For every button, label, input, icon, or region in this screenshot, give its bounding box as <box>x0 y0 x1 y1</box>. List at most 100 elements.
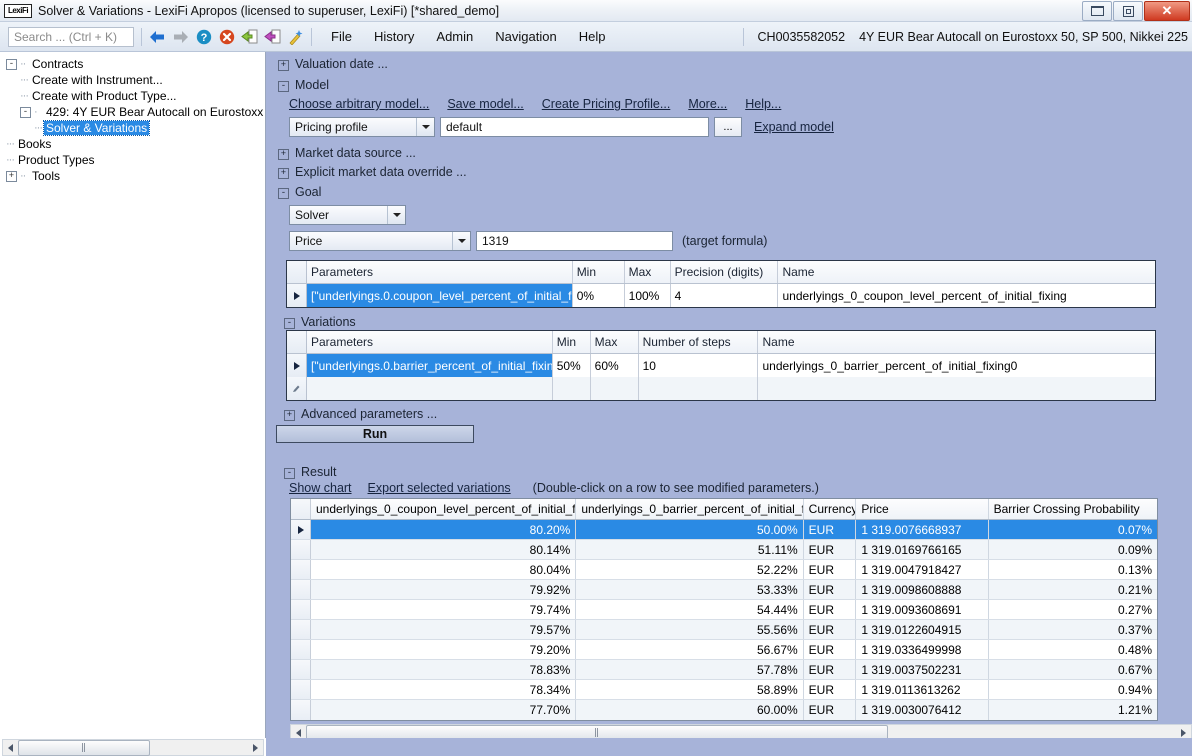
cell-parameters[interactable]: ["underlyings.0.coupon_level_percent_of_… <box>307 284 573 307</box>
export-icon[interactable] <box>264 28 281 45</box>
tree-item-solver-variations[interactable]: ··· Solver & Variations <box>6 120 265 136</box>
menu-admin[interactable]: Admin <box>436 29 473 44</box>
tree-toggle-icon[interactable]: + <box>6 170 17 182</box>
cell-min-empty[interactable] <box>553 377 591 400</box>
row-selector[interactable] <box>291 520 311 539</box>
tree-item-create-with-instrument[interactable]: ··· Create with Instrument... <box>6 72 265 88</box>
scrollbar-thumb[interactable]: ‖ <box>18 739 150 756</box>
column-barrier-crossing-probability[interactable]: Barrier Crossing Probability <box>989 499 1157 519</box>
run-button[interactable]: Run <box>276 425 474 443</box>
row-selector[interactable] <box>291 680 311 699</box>
wizard-icon[interactable] <box>287 28 304 45</box>
row-selector[interactable] <box>291 700 311 720</box>
model-name-input[interactable]: default <box>440 117 709 137</box>
tree-item-product-types[interactable]: ··· Product Types <box>6 152 265 168</box>
column-currency[interactable]: Currency <box>804 499 857 519</box>
table-row[interactable]: 80.14% 51.11% EUR 1 319.0169766165 0.09% <box>291 540 1157 560</box>
table-row[interactable]: 77.70% 60.00% EUR 1 319.0030076412 1.21% <box>291 700 1157 720</box>
chevron-down-icon[interactable] <box>416 118 434 136</box>
search-input[interactable]: Search ... (Ctrl + K) <box>8 26 134 47</box>
section-explicit-override[interactable]: + Explicit market data override ... <box>272 165 1192 179</box>
main-horizontal-scrollbar[interactable]: ‖ <box>290 724 1192 738</box>
column-min[interactable]: Min <box>553 331 591 353</box>
import-icon[interactable] <box>241 28 258 45</box>
new-row-selector[interactable] <box>287 377 307 400</box>
column-precision[interactable]: Precision (digits) <box>671 261 779 283</box>
section-advanced-parameters[interactable]: + Advanced parameters ... <box>278 407 437 421</box>
export-selected-variations-link[interactable]: Export selected variations <box>368 481 511 495</box>
table-row[interactable]: 80.20% 50.00% EUR 1 319.0076668937 0.07% <box>291 520 1157 540</box>
column-parameters[interactable]: Parameters <box>307 261 573 283</box>
chevron-down-icon[interactable] <box>452 232 470 250</box>
row-selector[interactable] <box>287 354 307 377</box>
scroll-left-button[interactable] <box>3 740 18 755</box>
row-selector[interactable] <box>291 560 311 579</box>
row-selector[interactable] <box>291 540 311 559</box>
expand-toggle-icon[interactable]: + <box>278 168 289 179</box>
variations-grid-row[interactable]: ["underlyings.0.barrier_percent_of_initi… <box>287 354 1155 377</box>
show-chart-link[interactable]: Show chart <box>289 481 352 495</box>
scrollbar-thumb[interactable]: ‖ <box>306 724 888 738</box>
goal-target-input[interactable]: 1319 <box>476 231 673 251</box>
menu-help[interactable]: Help <box>579 29 606 44</box>
chevron-down-icon[interactable] <box>387 206 405 224</box>
section-goal[interactable]: - Goal <box>272 185 1192 199</box>
expand-toggle-icon[interactable]: - <box>278 81 289 92</box>
column-number-of-steps[interactable]: Number of steps <box>639 331 759 353</box>
column-name[interactable]: Name <box>758 331 1155 353</box>
expand-toggle-icon[interactable]: - <box>284 468 295 479</box>
scroll-left-button[interactable] <box>291 725 306 738</box>
section-result[interactable]: - Result <box>278 465 336 479</box>
section-variations[interactable]: - Variations <box>278 315 356 329</box>
help-link[interactable]: Help... <box>745 97 781 111</box>
expand-toggle-icon[interactable]: + <box>278 60 289 71</box>
tree-item-tools[interactable]: + ·· Tools <box>6 168 265 184</box>
cell-name-empty[interactable] <box>758 377 1155 400</box>
cell-precision[interactable]: 4 <box>671 284 779 307</box>
tree-toggle-icon[interactable]: - <box>20 106 31 118</box>
cell-max[interactable]: 60% <box>591 354 639 377</box>
cell-min[interactable]: 50% <box>553 354 591 377</box>
minimize-button[interactable] <box>1082 1 1112 21</box>
column-coupon-level[interactable]: underlyings_0_coupon_level_percent_of_in… <box>311 499 577 519</box>
back-arrow-icon[interactable] <box>149 28 166 45</box>
choose-arbitrary-model-link[interactable]: Choose arbitrary model... <box>289 97 429 111</box>
goal-mode-select[interactable]: Solver <box>289 205 406 225</box>
maximize-restore-button[interactable] <box>1113 1 1143 21</box>
column-barrier-percent[interactable]: underlyings_0_barrier_percent_of_initial… <box>576 499 804 519</box>
column-max[interactable]: Max <box>591 331 639 353</box>
tree-horizontal-scrollbar[interactable]: ‖ <box>2 739 264 756</box>
row-selector[interactable] <box>291 580 311 599</box>
more-link[interactable]: More... <box>688 97 727 111</box>
expand-toggle-icon[interactable]: + <box>278 149 289 160</box>
table-row[interactable]: 79.20% 56.67% EUR 1 319.0336499998 0.48% <box>291 640 1157 660</box>
row-selector[interactable] <box>291 620 311 639</box>
expand-toggle-icon[interactable]: - <box>284 318 295 329</box>
cell-name[interactable]: underlyings_0_coupon_level_percent_of_in… <box>778 284 1155 307</box>
row-selector[interactable] <box>291 640 311 659</box>
section-market-data-source[interactable]: + Market data source ... <box>272 146 1192 160</box>
table-row[interactable]: 79.92% 53.33% EUR 1 319.0098608888 0.21% <box>291 580 1157 600</box>
cell-max-empty[interactable] <box>591 377 639 400</box>
table-row[interactable]: 80.04% 52.22% EUR 1 319.0047918427 0.13% <box>291 560 1157 580</box>
cell-name[interactable]: underlyings_0_barrier_percent_of_initial… <box>758 354 1155 377</box>
cancel-icon[interactable] <box>218 28 235 45</box>
save-model-link[interactable]: Save model... <box>447 97 523 111</box>
scroll-right-button[interactable] <box>248 740 263 755</box>
goal-grid-row[interactable]: ["underlyings.0.coupon_level_percent_of_… <box>287 284 1155 307</box>
create-pricing-profile-link[interactable]: Create Pricing Profile... <box>542 97 671 111</box>
cell-max[interactable]: 100% <box>625 284 671 307</box>
table-row[interactable]: 78.83% 57.78% EUR 1 319.0037502231 0.67% <box>291 660 1157 680</box>
table-row[interactable]: 79.74% 54.44% EUR 1 319.0093608691 0.27% <box>291 600 1157 620</box>
column-min[interactable]: Min <box>573 261 625 283</box>
menu-file[interactable]: File <box>331 29 352 44</box>
tree-item-contract-429[interactable]: - · 429: 4Y EUR Bear Autocall on Eurosto… <box>6 104 265 120</box>
row-selector[interactable] <box>287 284 307 307</box>
expand-model-link[interactable]: Expand model <box>754 120 834 134</box>
row-selector[interactable] <box>291 600 311 619</box>
table-row[interactable]: 78.34% 58.89% EUR 1 319.0113613262 0.94% <box>291 680 1157 700</box>
column-price[interactable]: Price <box>856 499 989 519</box>
expand-toggle-icon[interactable]: - <box>278 188 289 199</box>
cell-min[interactable]: 0% <box>573 284 625 307</box>
expand-toggle-icon[interactable]: + <box>284 410 295 421</box>
